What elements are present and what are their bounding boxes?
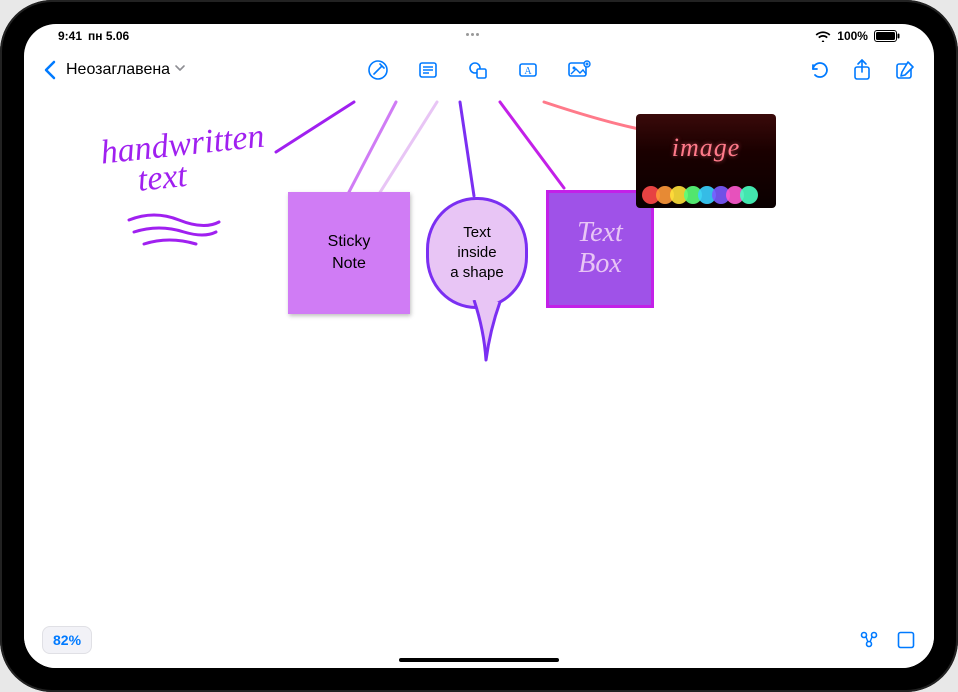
handwritten-text[interactable]: handwritten text xyxy=(99,122,269,200)
back-button[interactable] xyxy=(42,60,56,80)
sticky-note[interactable]: Sticky Note xyxy=(288,192,410,314)
zoom-button[interactable]: 82% xyxy=(42,626,92,654)
compose-button[interactable] xyxy=(894,59,916,81)
sticky-note-tool-icon[interactable] xyxy=(417,59,439,81)
svg-text:A: A xyxy=(524,66,532,77)
shape-tool-icon[interactable] xyxy=(467,59,489,81)
status-bar: 9:41 пн 5.06 100% xyxy=(24,24,934,48)
multitask-dots[interactable] xyxy=(459,33,485,39)
underline-scribble xyxy=(124,210,224,250)
board-title-label: Неозаглавена xyxy=(66,61,170,79)
board-title-button[interactable]: Неозаглавена xyxy=(66,61,186,79)
toolbar-center-tools: A xyxy=(367,59,591,81)
bottom-bar: 82% xyxy=(24,626,934,654)
ipad-frame: 9:41 пн 5.06 100% Неозаглаве xyxy=(0,0,958,692)
screen: 9:41 пн 5.06 100% Неозаглаве xyxy=(24,24,934,668)
image-object[interactable]: image xyxy=(636,114,776,208)
speech-bubble-shape[interactable]: Text inside a shape xyxy=(426,197,528,309)
battery-icon xyxy=(874,30,900,42)
freeform-canvas[interactable]: handwritten text Sticky Note Text inside… xyxy=(24,92,934,668)
toolbar: Неозаглавена A xyxy=(24,48,934,92)
shape-text: Text inside a shape xyxy=(450,223,503,284)
status-time: 9:41 xyxy=(58,29,82,43)
text-box-text: Text Box xyxy=(577,218,623,280)
image-label-text: image xyxy=(636,114,776,182)
collaborators-icon[interactable] xyxy=(858,630,880,650)
home-indicator[interactable] xyxy=(399,658,559,662)
status-battery-pct: 100% xyxy=(837,29,868,43)
undo-button[interactable] xyxy=(808,59,830,81)
chevron-down-icon xyxy=(174,61,186,79)
sticky-note-text: Sticky Note xyxy=(328,231,371,274)
minimap-icon[interactable] xyxy=(896,630,916,650)
status-date: пн 5.06 xyxy=(88,29,129,43)
draw-tool-icon[interactable] xyxy=(367,59,389,81)
image-bokeh-row xyxy=(636,182,776,208)
share-button[interactable] xyxy=(852,58,872,82)
textbox-tool-icon[interactable]: A xyxy=(517,59,539,81)
wifi-icon xyxy=(815,30,831,42)
media-tool-icon[interactable] xyxy=(567,59,591,81)
zoom-label: 82% xyxy=(53,632,81,648)
